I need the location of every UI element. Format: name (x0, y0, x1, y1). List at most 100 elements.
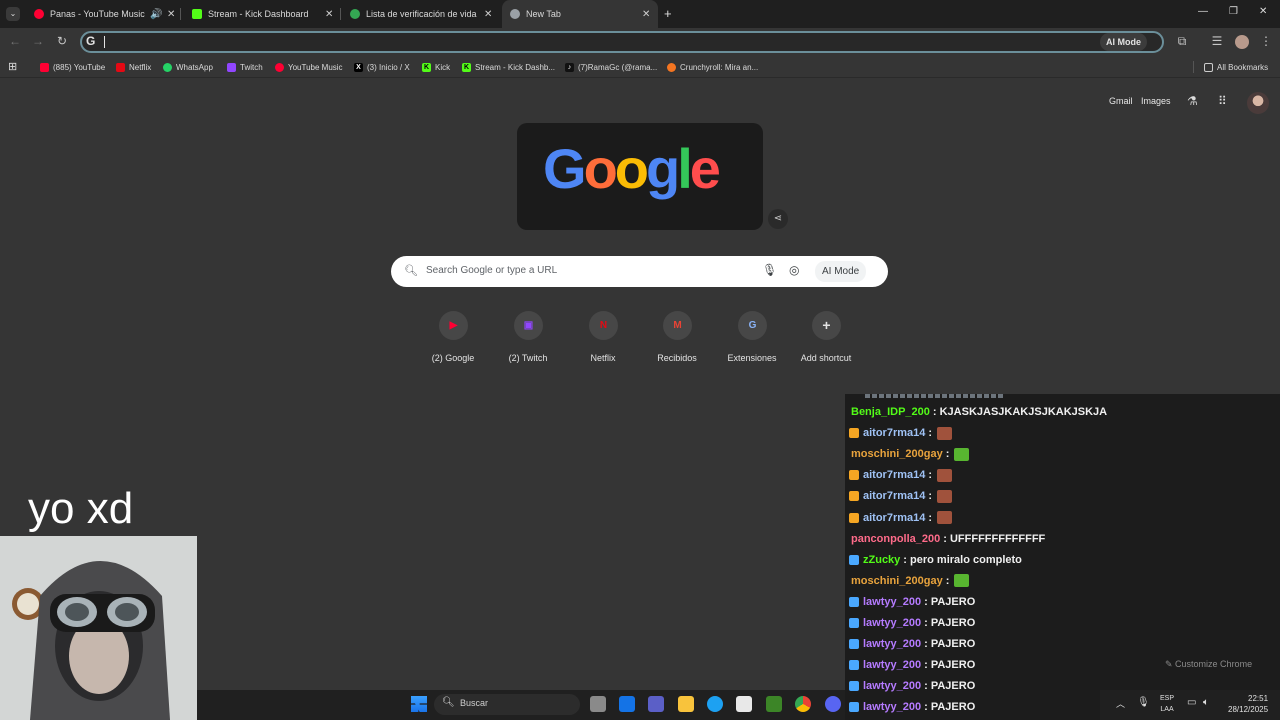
edge-icon[interactable] (707, 696, 723, 712)
tab-lista-verificacion[interactable]: Lista de verificación de vida ✕ (344, 0, 496, 28)
tab-title: Stream - Kick Dashboard (208, 9, 309, 19)
share-icon[interactable]: ⋖ (768, 209, 788, 229)
microphone-icon[interactable]: 🎙︎ (762, 263, 777, 277)
store-icon[interactable] (736, 696, 752, 712)
chat-message: lawtyy_200: PAJERO (845, 592, 975, 613)
language-indicator[interactable]: ESP LAA (1160, 693, 1174, 715)
bookmark-twitch[interactable]: Twitch (227, 60, 263, 74)
new-tab-button[interactable]: + (664, 6, 672, 21)
youtube-icon: ▶ (439, 311, 468, 340)
gmail-link[interactable]: Gmail (1109, 96, 1133, 106)
shortcut-netflix[interactable]: N Netflix (567, 311, 639, 371)
tray-chevron-icon[interactable]: ︿ (1116, 697, 1125, 710)
shortcut-recibidos[interactable]: M Recibidos (641, 311, 713, 371)
chat-text: : (928, 469, 933, 482)
chrome-icon[interactable] (795, 696, 811, 712)
whatsapp-icon (163, 62, 172, 72)
bookmark-x[interactable]: X (3) Inicio / X (354, 60, 410, 74)
chat-badge-icon (849, 512, 859, 523)
tab-kick-dashboard[interactable]: Stream - Kick Dashboard ✕ (186, 0, 338, 28)
google-icon: G (86, 34, 96, 48)
images-link[interactable]: Images (1141, 96, 1171, 106)
account-avatar[interactable] (1247, 92, 1269, 114)
bookmark-label: Twitch (240, 62, 263, 72)
chat-text: : PAJERO (924, 595, 976, 608)
back-icon[interactable]: ← (7, 33, 23, 49)
bookmark-whatsapp[interactable]: WhatsApp (163, 60, 213, 74)
task-view-icon[interactable] (590, 696, 606, 712)
minimize-button[interactable]: — (1198, 6, 1208, 17)
clock[interactable]: 22:51 28/12/2025 (1228, 693, 1268, 715)
close-icon[interactable]: ✕ (484, 9, 492, 20)
chat-badge-icon (849, 470, 859, 481)
plus-icon: + (812, 311, 841, 340)
bookmark-youtube[interactable]: (885) YouTube (40, 60, 105, 74)
customize-chrome-button[interactable]: ✎ Customize Chrome (1165, 659, 1252, 670)
bookmark-label: Stream - Kick Dashb... (475, 62, 556, 72)
google-apps-icon[interactable]: ⠿ (1218, 94, 1227, 108)
restore-button[interactable]: ❐ (1229, 6, 1238, 17)
apps-icon[interactable]: ⊞ (8, 60, 17, 73)
close-icon[interactable]: ✕ (167, 9, 175, 20)
reload-icon[interactable]: ↻ (54, 33, 70, 49)
ai-mode-button[interactable]: AI Mode (1100, 33, 1147, 51)
file-explorer-icon[interactable] (678, 696, 694, 712)
close-icon[interactable]: ✕ (325, 9, 333, 20)
teams-icon[interactable] (648, 696, 664, 712)
shortcut-label: Add shortcut (800, 353, 852, 363)
bookmark-tiktok[interactable]: ♪ (7)RamaGc (@rama... (565, 60, 657, 74)
volume-icon[interactable]: 🔈︎ (1203, 697, 1209, 708)
menu-icon[interactable]: ⋮ (1258, 33, 1274, 49)
shortcut-twitch[interactable]: ▣ (2) Twitch (492, 311, 564, 371)
profile-avatar[interactable] (1235, 35, 1249, 49)
outlook-icon[interactable] (619, 696, 635, 712)
microphone-tray-icon[interactable]: 🎙︎ (1137, 697, 1150, 708)
bookmark-label: (7)RamaGc (@rama... (578, 62, 658, 72)
bookmark-netflix[interactable]: Netflix (116, 60, 151, 74)
chat-text: : (945, 448, 950, 461)
chat-text: : pero miralo completo (903, 553, 1022, 566)
labs-icon[interactable]: ⚗ (1187, 94, 1198, 108)
bookmark-crunchyroll[interactable]: Crunchyroll: Mira an... (667, 60, 758, 74)
tab-search-button[interactable]: ⌄ (6, 7, 20, 21)
chat-text: : (928, 427, 933, 440)
window-close-button[interactable]: ✕ (1259, 6, 1267, 17)
network-icon[interactable]: ▭ (1187, 697, 1196, 708)
tab-youtube-music[interactable]: Panas - YouTube Music 🔊 ✕ (28, 0, 178, 28)
minecraft-icon[interactable] (766, 696, 782, 712)
search-input[interactable]: Search Google or type a URL (426, 265, 557, 276)
bookmark-label: Crunchyroll: Mira an... (680, 62, 759, 72)
chat-message: aitor7rma14: (845, 465, 953, 486)
lens-icon[interactable]: ◎ (789, 263, 799, 277)
shortcut-add[interactable]: + Add shortcut (790, 311, 862, 371)
chat-message: aitor7rma14: (845, 508, 953, 529)
close-icon[interactable]: ✕ (642, 9, 650, 20)
chat-message: lawtyy_200: PAJERO (845, 634, 975, 655)
stream-chat-overlay: Benja_IDP_200: KJASKJASJKAKJSJKAKJSKJA ai… (845, 394, 1280, 720)
webcam-feed (0, 536, 197, 720)
media-control-icon[interactable]: ☰ (1209, 33, 1225, 49)
ai-mode-label: AI Mode (1106, 37, 1141, 47)
speaker-icon[interactable]: 🔊 (150, 9, 162, 20)
discord-icon[interactable] (825, 696, 841, 712)
chat-text: : PAJERO (924, 701, 976, 714)
all-bookmarks[interactable]: All Bookmarks (1204, 60, 1268, 74)
taskbar-search[interactable] (434, 694, 580, 715)
address-bar[interactable] (80, 31, 1164, 53)
chat-emote-icon (954, 447, 970, 461)
forward-icon[interactable]: → (30, 33, 46, 49)
chat-cutoff-line (865, 394, 1005, 398)
ai-mode-button[interactable]: AI Mode (815, 261, 867, 282)
shortcut-extensiones[interactable]: G Extensiones (716, 311, 788, 371)
shortcut-google[interactable]: ▶ (2) Google (417, 311, 489, 371)
chat-username: lawtyy_200 (863, 701, 922, 714)
tab-new-tab[interactable]: New Tab ✕ (502, 0, 658, 28)
bookmark-kick[interactable]: K Kick (422, 60, 450, 74)
keyboard-layout: LAA (1160, 706, 1174, 713)
extensions-icon[interactable]: ⧉ (1174, 33, 1190, 49)
bookmark-kick-dashboard[interactable]: K Stream - Kick Dashb... (462, 60, 555, 74)
chat-username: lawtyy_200 (863, 617, 922, 629)
bookmark-youtube-music[interactable]: YouTube Music (275, 60, 343, 74)
tab-separator (340, 8, 341, 20)
chat-username: aitor7rma14 (863, 469, 926, 482)
